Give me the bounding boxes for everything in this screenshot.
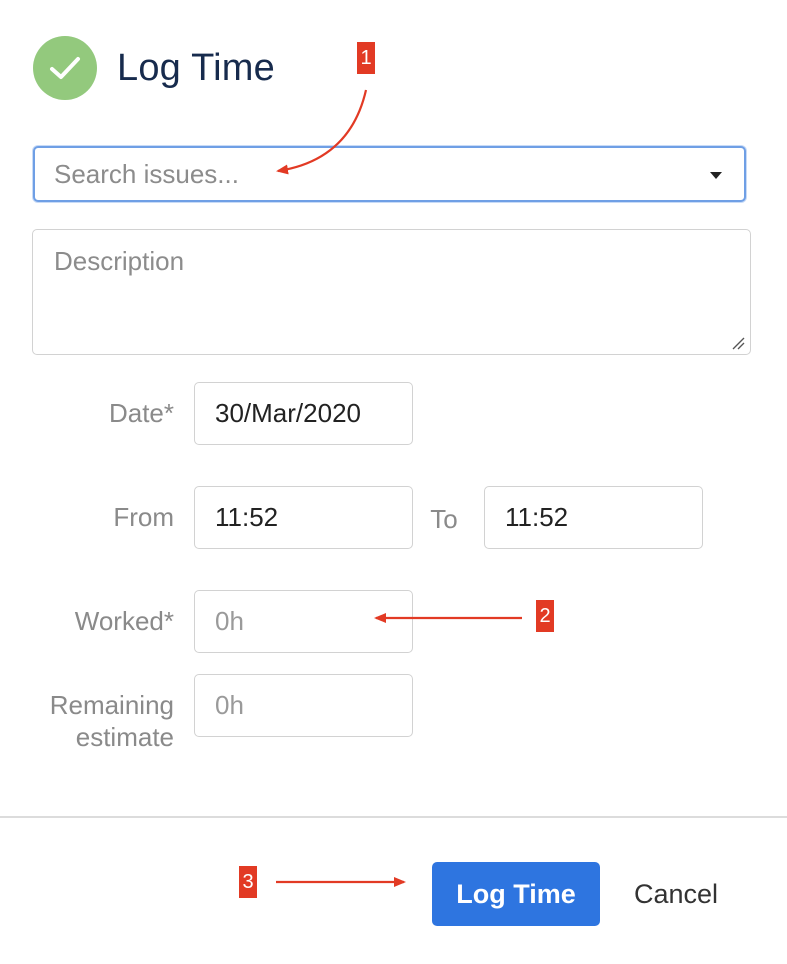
log-time-submit-button[interactable]: Log Time: [432, 862, 600, 926]
dialog-header: Log Time: [33, 36, 275, 100]
check-circle-icon: [33, 36, 97, 100]
remaining-label-line2: estimate: [75, 722, 174, 752]
issue-search-input[interactable]: [54, 156, 674, 192]
annotation-badge-2: 2: [536, 600, 554, 632]
remaining-estimate-label: Remaining estimate: [20, 689, 174, 753]
from-label: From: [113, 502, 174, 532]
issue-search-select[interactable]: [33, 146, 746, 202]
remaining-estimate-input[interactable]: [194, 674, 413, 737]
resize-grip-icon[interactable]: [731, 336, 745, 350]
to-time-input[interactable]: [484, 486, 703, 549]
caret-down-icon[interactable]: [710, 172, 722, 179]
annotation-arrows: [276, 89, 522, 887]
date-label: Date*: [108, 398, 174, 428]
annotation-badge-1: 1: [357, 42, 375, 74]
from-time-input[interactable]: [194, 486, 413, 549]
worked-label: Worked*: [74, 606, 174, 636]
to-label: To: [430, 504, 458, 534]
annotation-badge-3: 3: [239, 866, 257, 898]
date-input[interactable]: [194, 382, 413, 445]
dialog-title: Log Time: [117, 46, 275, 89]
log-time-dialog: Log Time Date* From To Worked* Remaining…: [0, 0, 787, 964]
remaining-label-line1: Remaining: [49, 690, 174, 720]
worked-input[interactable]: [194, 590, 413, 653]
footer-divider: [0, 816, 787, 818]
cancel-button[interactable]: Cancel: [620, 862, 732, 926]
description-textarea[interactable]: [32, 229, 751, 355]
